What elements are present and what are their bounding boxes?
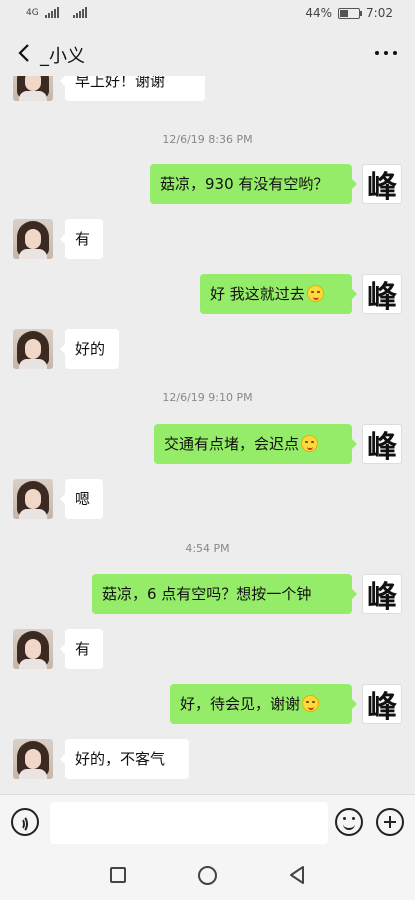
message-text: 好 我这就过去 bbox=[210, 285, 305, 303]
sent-message-bubble[interactable]: 菇凉，930 有没有空哟？ bbox=[150, 164, 357, 204]
contact-avatar[interactable] bbox=[13, 329, 53, 369]
message-text: 好的 bbox=[75, 340, 106, 358]
timestamp: 4:54 PM bbox=[185, 542, 230, 555]
sent-message-bubble[interactable]: 好 我这就过去 bbox=[200, 274, 357, 314]
signal-indicators: 4G bbox=[26, 7, 87, 18]
battery-percent: 44% bbox=[305, 6, 333, 20]
message-text: 有 bbox=[75, 230, 91, 248]
message-text: 好，待会见，谢谢 bbox=[180, 695, 301, 713]
message-text: 嗯 bbox=[75, 490, 91, 508]
status-right: 44% 7:02 bbox=[305, 6, 393, 20]
contact-avatar[interactable] bbox=[13, 739, 53, 779]
signal-strength-icon bbox=[44, 7, 59, 18]
contact-avatar[interactable] bbox=[13, 479, 53, 519]
sent-message-bubble[interactable]: 菇凉，6 点有空吗？想按一个钟 bbox=[92, 574, 357, 614]
chat-header: _小义 bbox=[0, 30, 415, 76]
message-text: 交通有点堵，会迟点 bbox=[164, 435, 300, 453]
system-nav-bar bbox=[0, 850, 415, 900]
status-bar: 4G 44% 7:02 bbox=[0, 0, 415, 30]
battery-fill bbox=[340, 9, 348, 17]
my-avatar[interactable]: 峰 bbox=[362, 574, 402, 614]
clock: 7:02 bbox=[366, 6, 393, 20]
my-avatar[interactable]: 峰 bbox=[362, 424, 402, 464]
message-text: 菇凉，930 有没有空哟？ bbox=[160, 175, 329, 193]
triangle-back-icon[interactable] bbox=[287, 865, 307, 885]
received-message-bubble[interactable]: 有 bbox=[60, 219, 103, 259]
contact-avatar[interactable] bbox=[13, 76, 53, 101]
received-message-bubble[interactable]: 好的 bbox=[60, 329, 119, 369]
contact-avatar[interactable] bbox=[13, 629, 53, 669]
circle-icon[interactable] bbox=[198, 866, 217, 885]
my-avatar[interactable]: 峰 bbox=[362, 164, 402, 204]
received-message-bubble[interactable]: 嗯 bbox=[60, 479, 103, 519]
signal-strength-icon-2 bbox=[72, 7, 87, 18]
message-input[interactable] bbox=[50, 802, 328, 844]
received-message-bubble[interactable]: 有 bbox=[60, 629, 103, 669]
chevron-left-icon[interactable] bbox=[12, 40, 38, 66]
message-text: 早上好！谢谢 bbox=[75, 76, 166, 90]
battery-icon bbox=[338, 7, 363, 19]
square-icon[interactable] bbox=[110, 867, 126, 883]
message-list[interactable]: 早上好！谢谢 12/6/19 8:36 PM 峰菇凉，930 有没有空哟？有峰好 我… bbox=[0, 76, 415, 794]
smile-emoji-icon bbox=[302, 695, 320, 712]
sent-message-bubble[interactable]: 好，待会见，谢谢 bbox=[170, 684, 357, 724]
plus-icon[interactable] bbox=[376, 808, 404, 836]
message-text: 好的，不客气 bbox=[75, 750, 166, 768]
message-text: 菇凉，6 点有空吗？想按一个钟 bbox=[102, 585, 312, 603]
message-text: 有 bbox=[75, 640, 91, 658]
timestamp: 12/6/19 9:10 PM bbox=[162, 391, 253, 404]
network-type: 4G bbox=[26, 8, 39, 18]
received-message-bubble[interactable]: 好的，不客气 bbox=[60, 739, 189, 779]
my-avatar[interactable]: 峰 bbox=[362, 274, 402, 314]
contact-avatar[interactable] bbox=[13, 219, 53, 259]
voice-icon[interactable] bbox=[11, 808, 39, 836]
input-bar bbox=[0, 794, 415, 850]
received-message-bubble[interactable]: 早上好！谢谢 bbox=[60, 76, 205, 101]
emoji-icon[interactable] bbox=[335, 808, 363, 836]
my-avatar[interactable]: 峰 bbox=[362, 684, 402, 724]
more-dots-icon[interactable] bbox=[375, 51, 397, 55]
sent-message-bubble[interactable]: 交通有点堵，会迟点 bbox=[154, 424, 357, 464]
timestamp: 12/6/19 8:36 PM bbox=[162, 133, 253, 146]
chat-title: _小义 bbox=[40, 46, 85, 67]
smile-emoji-icon bbox=[301, 435, 319, 452]
smile-emoji-icon bbox=[306, 285, 324, 302]
